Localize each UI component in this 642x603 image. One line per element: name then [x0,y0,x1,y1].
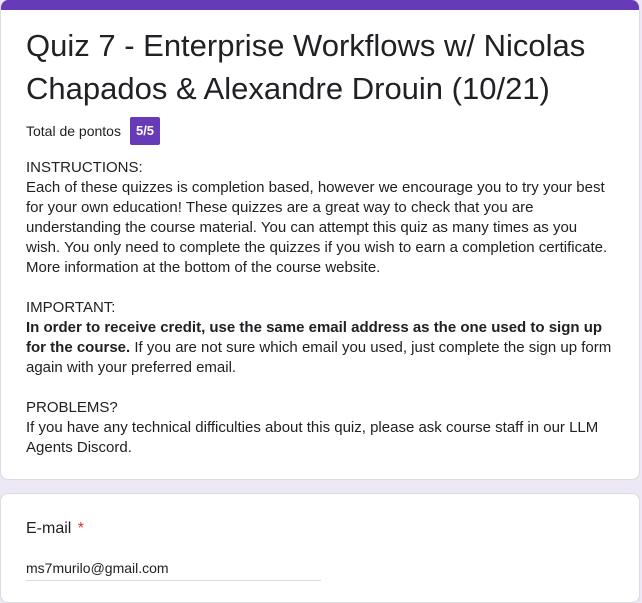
problems-heading: PROBLEMS? [26,399,118,416]
quiz-title: Quiz 7 - Enterprise Workflows w/ Nicolas… [26,28,586,106]
instructions-heading: INSTRUCTIONS: [26,159,143,176]
required-asterisk: * [77,520,85,537]
score-label: Total de pontos [26,123,121,139]
quiz-header-card: Quiz 7 - Enterprise Workflows w/ Nicolas… [0,0,640,480]
instructions-body: Each of these quizzes is completion base… [26,179,608,276]
email-label-text: E-mail [26,520,72,537]
problems-body: If you have any technical difficulties a… [26,419,599,456]
accent-bar [1,0,639,10]
important-body: In order to receive credit, use the same… [26,318,614,378]
email-input[interactable] [26,560,321,581]
email-question-body: E-mail * [1,494,639,581]
instructions-text: INSTRUCTIONS: Each of these quizzes is c… [26,158,614,458]
email-question-label: E-mail * [26,520,614,538]
header-body: Quiz 7 - Enterprise Workflows w/ Nicolas… [1,10,639,458]
email-question-card: E-mail * [0,493,640,603]
score-badge: 5/5 [129,117,161,145]
score-row: Total de pontos 5/5 [26,116,614,146]
important-heading: IMPORTANT: [26,299,116,316]
